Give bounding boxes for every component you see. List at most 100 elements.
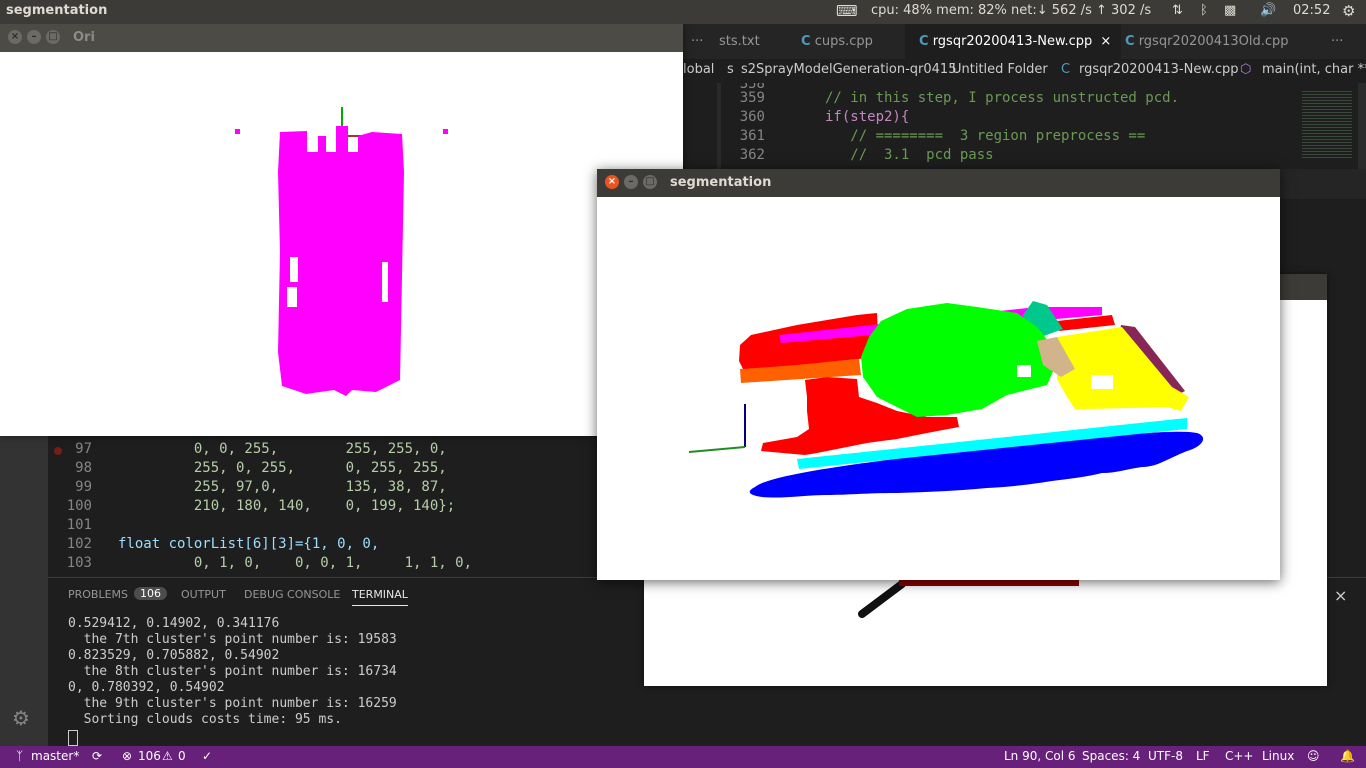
ori-window: × – □ Ori	[0, 24, 683, 436]
minimize-button[interactable]: –	[27, 30, 41, 44]
os-indicator[interactable]: Linux	[1262, 749, 1294, 763]
settings-icon[interactable]: ⚙	[12, 706, 30, 730]
tab-rgsqr-new[interactable]: C rgsqr20200413-New.cpp ×	[905, 24, 1121, 59]
symbol-method-icon: ⬡	[1240, 62, 1252, 77]
minimize-button[interactable]: –	[624, 175, 638, 189]
close-panel-button[interactable]: ×	[1334, 586, 1347, 605]
network-icon[interactable]: ⇅	[1172, 3, 1183, 18]
warning-icon: ⚠	[162, 749, 173, 763]
terminal-line: 0.823529, 0.705882, 0.54902	[68, 648, 280, 663]
sync-icon[interactable]: ⟳	[92, 749, 102, 763]
cloud-gap	[290, 257, 298, 282]
tab-label: cups.cpp	[814, 34, 873, 49]
line-number: 101	[66, 517, 92, 533]
bluetooth-icon[interactable]: ᛒ	[1200, 3, 1208, 18]
ori-point-cloud-canvas[interactable]	[0, 52, 683, 436]
code-line: // in this step, I process unstructed pc…	[825, 90, 1180, 106]
terminal-line: the 8th cluster's point number is: 16734	[68, 664, 397, 679]
branch-icon: ᛉ	[16, 749, 24, 763]
line-ending[interactable]: LF	[1196, 749, 1210, 763]
line-number: 102	[66, 536, 92, 552]
segmentation-titlebar[interactable]: × – □ segmentation	[597, 169, 1280, 197]
code-line: // ======== 3 region preprocess ==	[825, 128, 1146, 144]
tab-sts[interactable]: sts.txt	[719, 24, 789, 59]
line-number: 100	[66, 498, 92, 514]
overflow-label: ···	[691, 34, 704, 49]
battery-icon[interactable]: ▩	[1224, 3, 1236, 18]
axis-green	[688, 446, 746, 453]
maximize-button[interactable]: □	[46, 30, 60, 44]
minimap[interactable]	[1298, 83, 1356, 169]
problems-badge: 106	[134, 587, 167, 600]
tab-label: rgsqr20200413Old.cpp	[1138, 34, 1289, 49]
line-number: 360	[739, 109, 765, 125]
breadcrumb-item[interactable]: s2SprayModelGeneration-qr0415	[741, 62, 956, 77]
yellow-gap	[1091, 375, 1113, 389]
line-number: 359	[739, 90, 765, 106]
git-branch[interactable]: master*	[31, 749, 79, 763]
terminal-cursor	[68, 730, 78, 746]
segmentation-canvas[interactable]	[597, 197, 1280, 580]
tab-close-button[interactable]: ×	[1100, 34, 1111, 49]
breadcrumb-item[interactable]: rgsqr20200413-New.cpp	[1079, 62, 1239, 77]
code-line: 210, 180, 140, 0, 199, 140};	[118, 498, 456, 514]
editor-tab-bar: ··· sts.txt C cups.cpp C rgsqr20200413-N…	[683, 24, 1366, 59]
breadcrumb-item[interactable]: s	[727, 62, 734, 77]
code-line: 255, 0, 255, 0, 255, 255,	[118, 460, 447, 476]
cpp-file-icon: C	[801, 34, 811, 49]
tab-label: rgsqr20200413-New.cpp	[932, 34, 1093, 49]
bell-icon[interactable]: 🔔	[1340, 749, 1355, 763]
encoding[interactable]: UTF-8	[1148, 749, 1183, 763]
code-line: 0, 0, 255, 255, 255, 0,	[118, 441, 447, 457]
tab-output[interactable]: OUTPUT	[181, 588, 226, 601]
system-monitor[interactable]: cpu: 48% mem: 82% net:↓ 562 /s ↑ 302 /s	[871, 3, 1151, 18]
terminal-line: 0, 0.780392, 0.54902	[68, 680, 225, 695]
indentation[interactable]: Spaces: 4	[1082, 749, 1140, 763]
breadcrumb-item[interactable]: lobal	[683, 62, 714, 77]
keyboard-icon[interactable]: ⌨	[836, 2, 858, 20]
close-button[interactable]: ×	[605, 175, 619, 189]
close-button[interactable]: ×	[8, 30, 22, 44]
code-line: 255, 97,0, 135, 38, 87,	[118, 479, 447, 495]
terminal-line: 0.529412, 0.14902, 0.341176	[68, 616, 280, 631]
cursor-position[interactable]: Ln 90, Col 6	[1004, 749, 1076, 763]
language-mode[interactable]: C++	[1225, 749, 1254, 763]
line-number: 97	[75, 441, 92, 457]
cloud-gap	[382, 262, 388, 302]
error-icon: ⊗	[122, 749, 133, 763]
cpp-file-icon: C	[919, 34, 929, 49]
tab-debug-console[interactable]: DEBUG CONSOLE	[244, 588, 340, 601]
gutter-decoration	[717, 83, 721, 169]
tab-terminal[interactable]: TERMINAL	[352, 588, 408, 606]
tab-overflow[interactable]: ···	[683, 24, 723, 59]
green-segment	[861, 303, 1055, 417]
more-actions-button[interactable]: ···	[1331, 24, 1361, 59]
settings-icon[interactable]: ⚙	[1342, 2, 1355, 20]
window-title: Ori	[73, 30, 95, 45]
volume-icon[interactable]: 🔊	[1260, 3, 1276, 18]
warning-count[interactable]: 0	[178, 749, 186, 763]
editor-code-top[interactable]: 358 359 // in this step, I process unstr…	[683, 83, 1283, 169]
green-gap	[1017, 365, 1031, 377]
code-line: float colorList[6][3]={1, 0, 0,	[118, 536, 380, 552]
error-count[interactable]: 106	[138, 749, 161, 763]
feedback-icon[interactable]: ☺	[1307, 749, 1320, 763]
scrollbar[interactable]	[1358, 83, 1366, 169]
yellow-segment	[1057, 327, 1189, 411]
tab-rgsqr-old[interactable]: C rgsqr20200413Old.cpp	[1111, 24, 1325, 59]
clock[interactable]: 02:52	[1293, 3, 1330, 18]
active-app-title[interactable]: segmentation	[6, 3, 107, 18]
tab-label: sts.txt	[719, 34, 760, 49]
ori-titlebar[interactable]: × – □ Ori	[0, 24, 683, 52]
segmentation-window: × – □ segmentation	[597, 169, 1280, 580]
maximize-button[interactable]: □	[643, 175, 657, 189]
line-number: 98	[75, 460, 92, 476]
breadcrumb-item[interactable]: Untitled Folder	[952, 62, 1048, 77]
status-bar: ᛉ master* ⟳ ⊗ 106 ⚠ 0 ✓ Ln 90, Col 6 Spa…	[0, 746, 1366, 768]
cpp-file-icon: C	[1061, 62, 1071, 77]
check-icon[interactable]: ✓	[202, 749, 212, 763]
breadcrumb-item[interactable]: main(int, char **)	[1262, 62, 1366, 77]
tab-problems[interactable]: PROBLEMS	[68, 588, 128, 601]
editor-code-bottom[interactable]: 97 0, 0, 255, 255, 255, 0, 98 255, 0, 25…	[48, 436, 608, 577]
tab-cups[interactable]: C cups.cpp	[789, 24, 915, 59]
